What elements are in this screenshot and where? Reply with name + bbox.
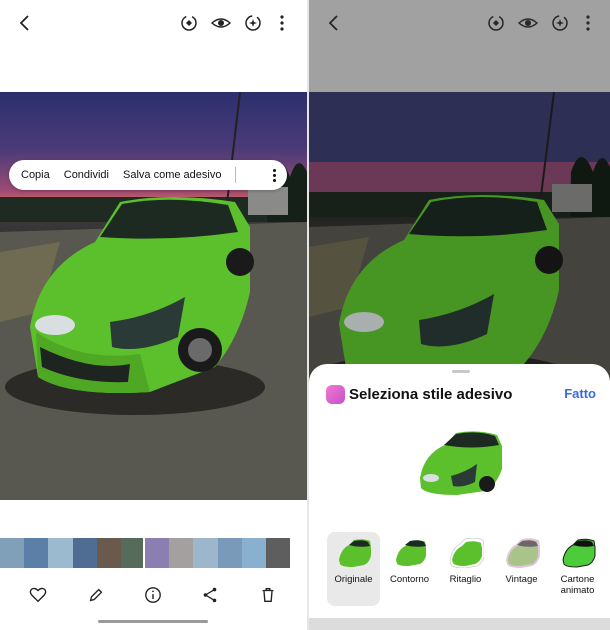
thumbnail[interactable]	[96, 538, 121, 568]
eye-icon[interactable]	[517, 12, 539, 34]
share-menu-item[interactable]: Condividi	[64, 169, 109, 181]
more-vertical-icon[interactable]	[267, 165, 281, 185]
menu-divider	[235, 167, 237, 183]
style-thumbnail	[505, 538, 540, 568]
back-arrow-icon[interactable]	[323, 12, 345, 34]
info-icon[interactable]	[142, 584, 164, 606]
trash-icon[interactable]	[257, 584, 279, 606]
style-option-ritaglio[interactable]: Ritaglio	[439, 532, 492, 606]
more-vertical-icon[interactable]	[577, 12, 599, 34]
eye-icon[interactable]	[210, 12, 232, 34]
sheet-handle[interactable]	[452, 370, 470, 373]
thumbnail[interactable]	[48, 538, 73, 568]
done-button[interactable]: Fatto	[564, 386, 596, 401]
heart-icon[interactable]	[27, 584, 49, 606]
sticker-style-sheet: Seleziona stile adesivo Fatto Originale	[309, 364, 610, 630]
style-option-contorno[interactable]: Contorno	[383, 532, 436, 606]
thumbnail[interactable]	[169, 538, 194, 568]
right-screen: Seleziona stile adesivo Fatto Originale	[309, 0, 610, 630]
sheet-title: Seleziona stile adesivo	[349, 386, 513, 403]
more-vertical-icon[interactable]	[271, 12, 293, 34]
left-screen: Copia Condividi Salva come adesivo	[0, 0, 307, 630]
style-label: Cartone animato	[560, 574, 595, 596]
thumbnail[interactable]	[72, 538, 97, 568]
bottom-toolbar	[0, 580, 307, 610]
context-menu: Copia Condividi Salva come adesivo	[9, 160, 287, 190]
style-label: Ritaglio	[449, 574, 482, 585]
auto-enhance-icon[interactable]	[549, 12, 571, 34]
thumbnail[interactable]	[193, 538, 218, 568]
share-icon[interactable]	[199, 584, 221, 606]
sticker-preview	[411, 426, 511, 500]
style-thumbnail	[449, 538, 484, 568]
top-toolbar	[0, 0, 307, 92]
thumbnail[interactable]	[120, 538, 146, 568]
back-arrow-icon[interactable]	[14, 12, 36, 34]
thumbnail-filmstrip[interactable]	[0, 536, 291, 570]
thumbnail[interactable]	[217, 538, 242, 568]
navigation-bar	[309, 618, 610, 630]
sticker-styles-row: Originale Contorno Ritaglio Vintage Cart…	[327, 532, 607, 606]
pencil-icon[interactable]	[85, 584, 107, 606]
style-label: Originale	[334, 574, 373, 585]
remaster-icon[interactable]	[178, 12, 200, 34]
style-thumbnail	[561, 538, 595, 568]
save-sticker-menu-item[interactable]: Salva come adesivo	[123, 169, 221, 181]
style-option-originale[interactable]: Originale	[327, 532, 380, 606]
style-option-vintage[interactable]: Vintage	[495, 532, 548, 606]
car-photo	[309, 92, 610, 382]
top-toolbar	[309, 0, 610, 92]
thumbnail[interactable]	[0, 538, 25, 568]
thumbnail-selected[interactable]	[143, 536, 172, 570]
style-thumbnail	[338, 539, 371, 567]
style-label: Contorno	[389, 574, 430, 585]
auto-enhance-icon[interactable]	[242, 12, 264, 34]
sticker-icon	[326, 385, 345, 404]
car-photo[interactable]	[0, 92, 307, 500]
thumbnail[interactable]	[265, 538, 291, 568]
style-thumbnail	[393, 538, 428, 568]
home-indicator	[98, 620, 208, 623]
style-option-cartone-animato[interactable]: Cartone animato	[551, 532, 604, 606]
thumbnail[interactable]	[241, 538, 266, 568]
copy-menu-item[interactable]: Copia	[21, 169, 50, 181]
style-label: Vintage	[505, 574, 538, 585]
remaster-icon[interactable]	[485, 12, 507, 34]
thumbnail[interactable]	[24, 538, 49, 568]
